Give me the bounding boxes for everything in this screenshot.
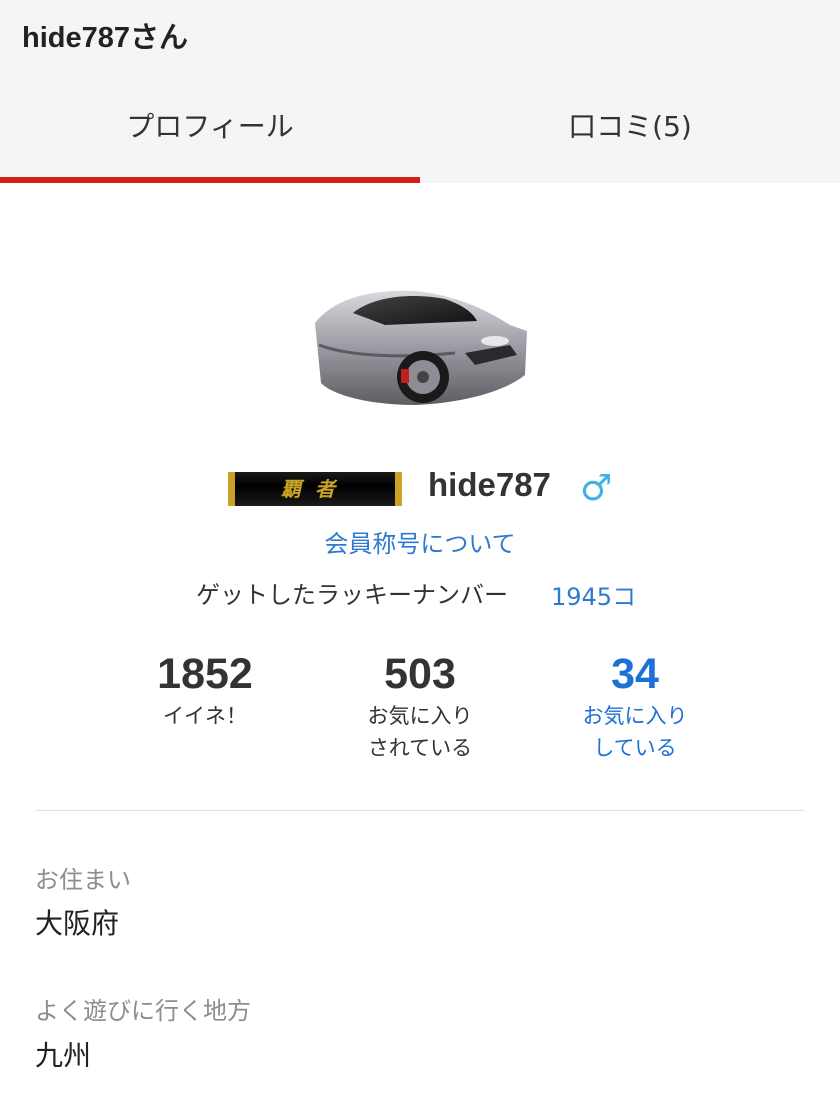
residence-label: お住まい xyxy=(35,866,131,894)
stat-likes: 1852 イイネ！ xyxy=(95,648,315,732)
username: hide787 xyxy=(428,466,551,503)
stat-favorited-by-label-1: お気に入り xyxy=(367,704,473,728)
tab-profile[interactable]: プロフィール xyxy=(0,104,420,150)
stat-favoriting-label-1[interactable]: お気に入り xyxy=(525,700,745,732)
divider xyxy=(35,810,805,811)
residence-value: 大阪府 xyxy=(35,907,120,940)
rank-badge-text: 覇者 xyxy=(281,477,349,501)
active-tab-indicator xyxy=(0,177,420,183)
lucky-number-value[interactable]: 1945コ xyxy=(551,577,636,612)
frequent-region-label: よく遊びに行く地方 xyxy=(35,997,251,1025)
stat-favoriting[interactable]: 34 お気に入り している xyxy=(525,648,745,764)
tab-reviews[interactable]: 口コミ(5) xyxy=(420,104,840,150)
frequent-region-value: 九州 xyxy=(35,1039,92,1072)
stat-favorited-by-value: 503 xyxy=(384,650,456,698)
stat-favoriting-label-2[interactable]: している xyxy=(525,732,745,764)
avatar xyxy=(305,283,530,410)
car-photo-icon xyxy=(311,286,529,409)
male-gender-icon: ♂ xyxy=(580,468,613,509)
header-bar: hide787さん プロフィール 口コミ(5) xyxy=(0,0,840,183)
rank-info-link[interactable]: 会員称号について xyxy=(0,524,840,559)
stat-likes-value: 1852 xyxy=(157,650,253,698)
stat-favorited-by-label-2: されている xyxy=(367,736,473,760)
stat-favorited-by: 503 お気に入り されている xyxy=(310,648,530,764)
stat-favoriting-value[interactable]: 34 xyxy=(525,648,745,700)
page-title: hide787さん xyxy=(22,22,188,54)
stat-likes-label: イイネ！ xyxy=(163,704,247,728)
lucky-number-label: ゲットしたラッキーナンバー xyxy=(196,581,508,609)
rank-badge: 覇者 xyxy=(228,472,402,506)
